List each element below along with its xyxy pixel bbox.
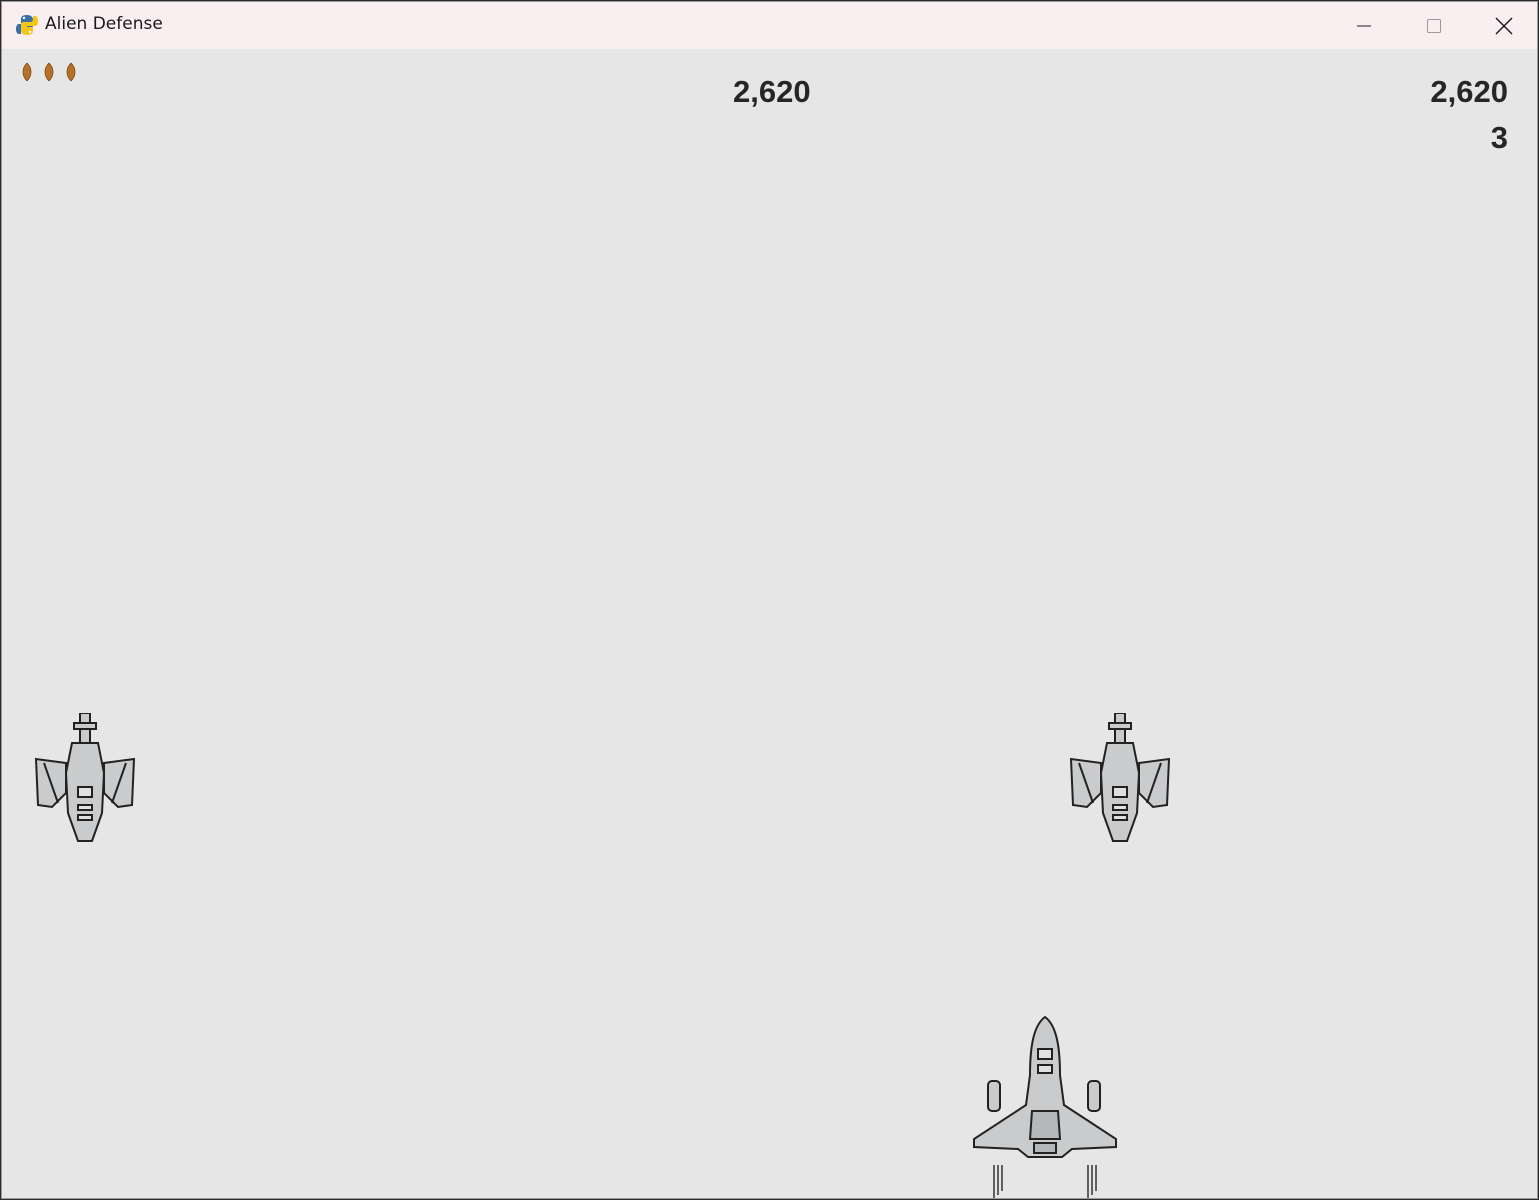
minimize-button[interactable] xyxy=(1329,2,1399,49)
close-icon xyxy=(1495,17,1513,34)
player-ship xyxy=(973,1015,1117,1198)
life-icon xyxy=(44,63,54,81)
game-canvas[interactable]: 2,620 2,620 3 xyxy=(2,49,1537,1198)
maximize-button[interactable] xyxy=(1399,2,1469,49)
life-icon xyxy=(66,63,76,81)
life-icon xyxy=(22,63,32,81)
window-title: Alien Defense xyxy=(45,14,163,34)
alien-ship xyxy=(34,713,136,842)
score-display: 2,620 xyxy=(733,74,811,109)
title-bar[interactable]: Alien Defense xyxy=(2,2,1537,49)
high-score-display: 2,620 xyxy=(1430,74,1508,109)
lives-indicator xyxy=(22,63,76,81)
minimize-icon xyxy=(1357,25,1371,26)
level-display: 3 xyxy=(1490,120,1508,155)
maximize-icon xyxy=(1427,18,1441,33)
alien-ship xyxy=(1069,713,1171,842)
close-button[interactable] xyxy=(1469,2,1537,49)
game-window: Alien Defense 2,620 2,620 3 xyxy=(1,1,1538,1199)
python-snake-icon xyxy=(16,15,38,35)
